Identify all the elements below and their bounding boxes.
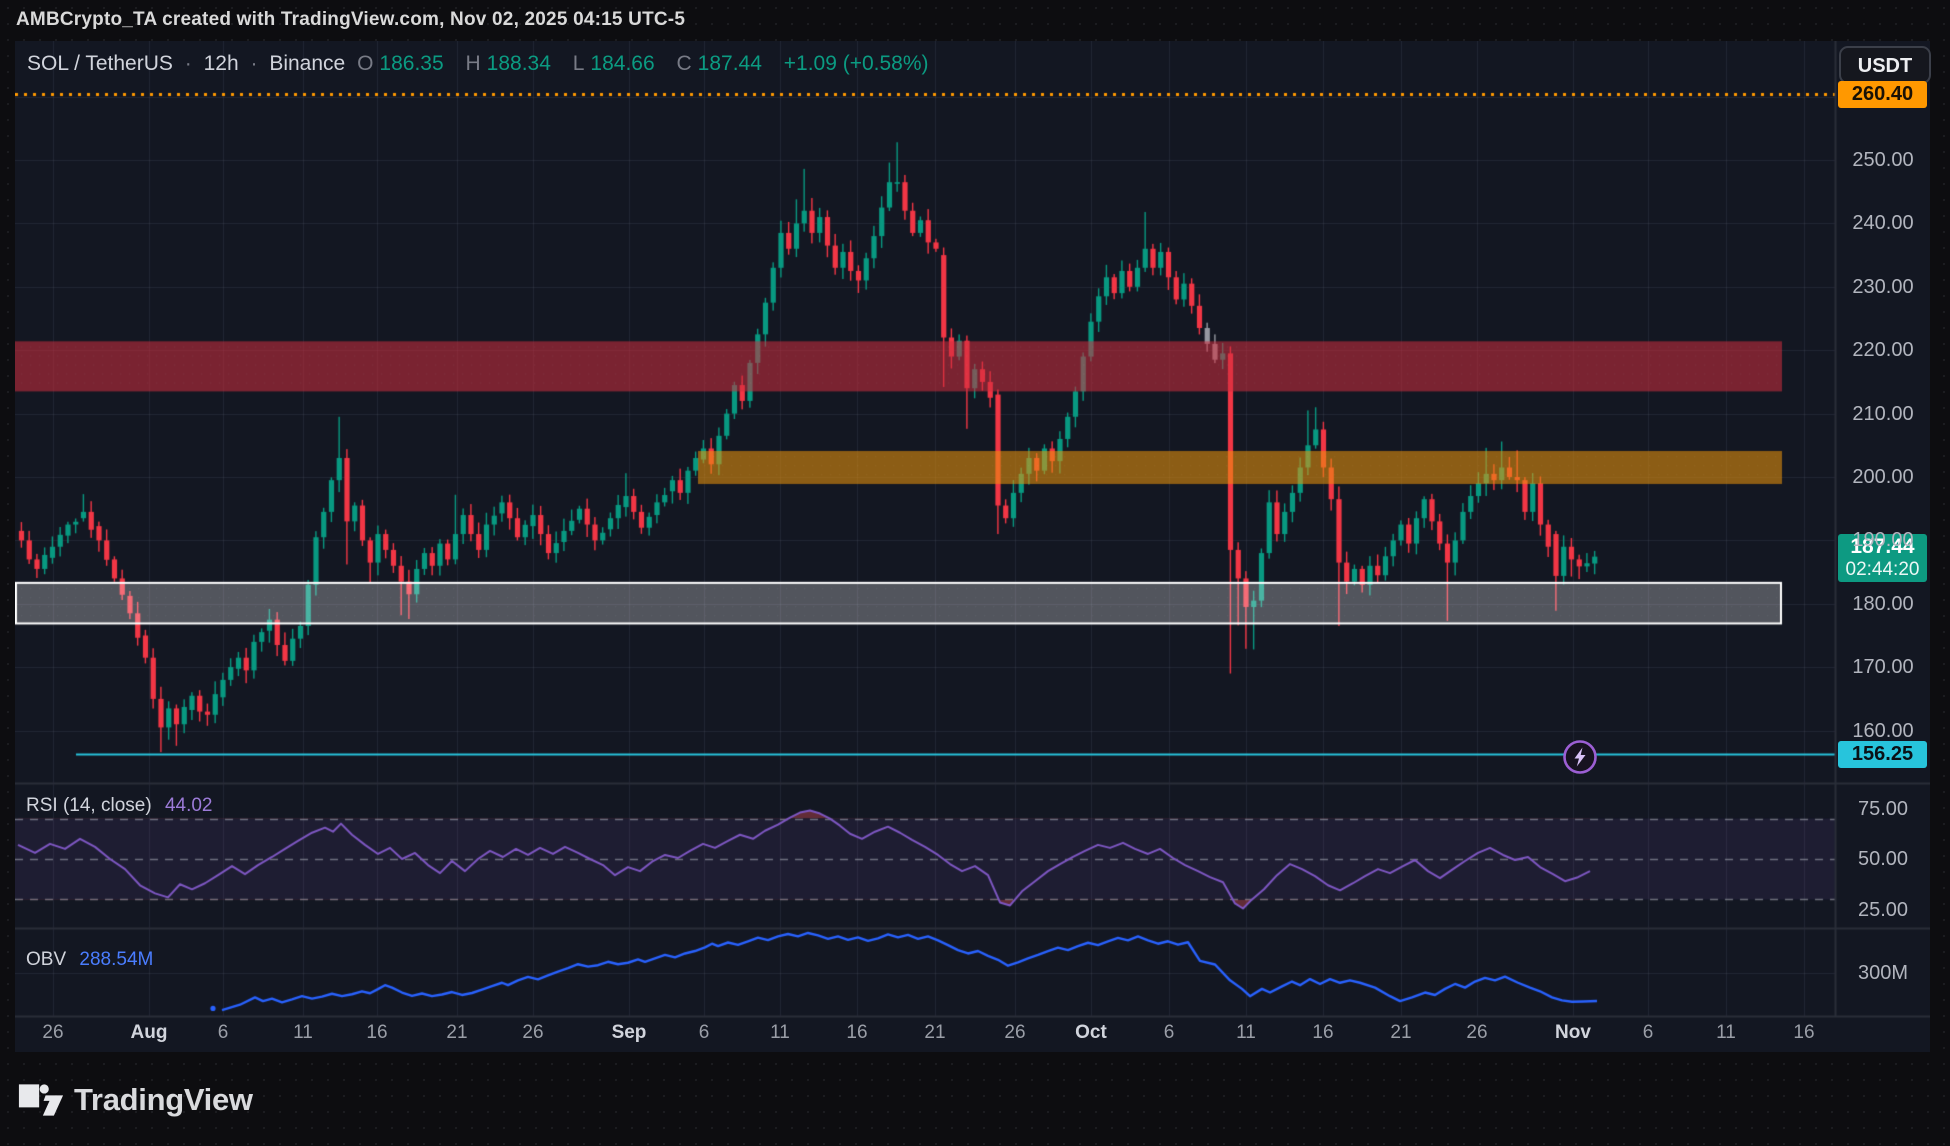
time-tick: 16	[366, 1016, 387, 1050]
interval-label[interactable]: 12h	[204, 52, 239, 75]
rsi-tick: 25.00	[1836, 898, 1930, 922]
chart-widget: SOL / TetherUS · 12h · Binance O186.35 H…	[15, 41, 1930, 1052]
price-tick: 250.00	[1836, 148, 1930, 172]
obv-name[interactable]: OBV	[26, 949, 66, 970]
time-tick: 6	[699, 1016, 710, 1050]
time-tick: Sep	[612, 1016, 647, 1050]
time-tick: 21	[446, 1016, 467, 1050]
obv-pane-title: OBV 288.54M	[26, 949, 153, 971]
time-tick: 6	[218, 1016, 229, 1050]
tradingview-logo-icon[interactable]	[18, 1083, 64, 1117]
rsi-tick: 50.00	[1836, 847, 1930, 871]
time-tick: Oct	[1075, 1016, 1107, 1050]
change-label: +1.09 (+0.58%)	[784, 52, 929, 75]
time-tick: 11	[1716, 1016, 1736, 1050]
price-tick: 230.00	[1836, 275, 1930, 299]
ohlc-close: C187.44	[677, 52, 768, 75]
separator: ·	[185, 52, 192, 75]
time-tick: Aug	[131, 1016, 168, 1050]
ohlc-low: L184.66	[573, 52, 661, 75]
time-tick: 26	[522, 1016, 543, 1050]
time-tick: 6	[1643, 1016, 1654, 1050]
time-tick: 26	[1466, 1016, 1487, 1050]
time-tick: 16	[1312, 1016, 1333, 1050]
support-price-label[interactable]: 156.25	[1838, 741, 1927, 768]
rsi-pane-title: RSI (14, close) 44.02	[26, 795, 213, 817]
time-tick: Nov	[1555, 1016, 1591, 1050]
alert-price-label[interactable]: 260.40	[1838, 81, 1927, 108]
ohlc-open: O186.35	[357, 52, 450, 75]
time-tick: 26	[1004, 1016, 1025, 1050]
separator: ·	[250, 52, 257, 75]
chart-canvas[interactable]	[15, 41, 1930, 1052]
bar-countdown: 02:44:20	[1838, 559, 1927, 580]
price-tick: 180.00	[1836, 592, 1930, 616]
exchange-label: Binance	[269, 52, 345, 75]
price-tick: 160.00	[1836, 719, 1930, 743]
rsi-name[interactable]: RSI (14, close)	[26, 795, 152, 816]
page: AMBCrypto_TA created with TradingView.co…	[0, 0, 1950, 1146]
time-tick: 6	[1164, 1016, 1175, 1050]
time-tick: 16	[846, 1016, 867, 1050]
time-tick: 11	[770, 1016, 790, 1050]
price-tick: 200.00	[1836, 465, 1930, 489]
symbol-name[interactable]: SOL / TetherUS	[27, 52, 173, 75]
time-tick: 26	[42, 1016, 63, 1050]
attribution-text: AMBCrypto_TA created with TradingView.co…	[16, 9, 685, 31]
price-tick: 210.00	[1836, 402, 1930, 426]
time-tick: 21	[924, 1016, 945, 1050]
time-tick: 11	[1236, 1016, 1256, 1050]
obv-value: 288.54M	[79, 949, 153, 970]
footer-bar: TradingView	[0, 1052, 1950, 1146]
time-axis[interactable]: 26 Aug 6 11 16 21 26 Sep 6 11 16 21 26 Oct 6 11 16 21 26 No…	[15, 1016, 1836, 1052]
tradingview-wordmark[interactable]: TradingView	[74, 1082, 253, 1118]
symbol-bar: SOL / TetherUS · 12h · Binance O186.35 H…	[27, 52, 935, 76]
time-tick: 11	[293, 1016, 313, 1050]
price-tick: 220.00	[1836, 338, 1930, 362]
time-tick: 16	[1793, 1016, 1814, 1050]
price-tick: 240.00	[1836, 211, 1930, 235]
rsi-value: 44.02	[165, 795, 213, 816]
alert-lightning-badge[interactable]	[1562, 739, 1598, 775]
price-tick: 190.00	[1836, 528, 1930, 552]
time-tick: 21	[1390, 1016, 1411, 1050]
price-tick: 170.00	[1836, 655, 1930, 679]
obv-tick: 300M	[1836, 961, 1930, 985]
price-axis[interactable]: 260.40 187.44 02:44:20 156.25 250.00240.…	[1836, 41, 1930, 1016]
ohlc-high: H188.34	[465, 52, 556, 75]
lightning-icon	[1562, 739, 1598, 775]
rsi-tick: 75.00	[1836, 797, 1930, 821]
